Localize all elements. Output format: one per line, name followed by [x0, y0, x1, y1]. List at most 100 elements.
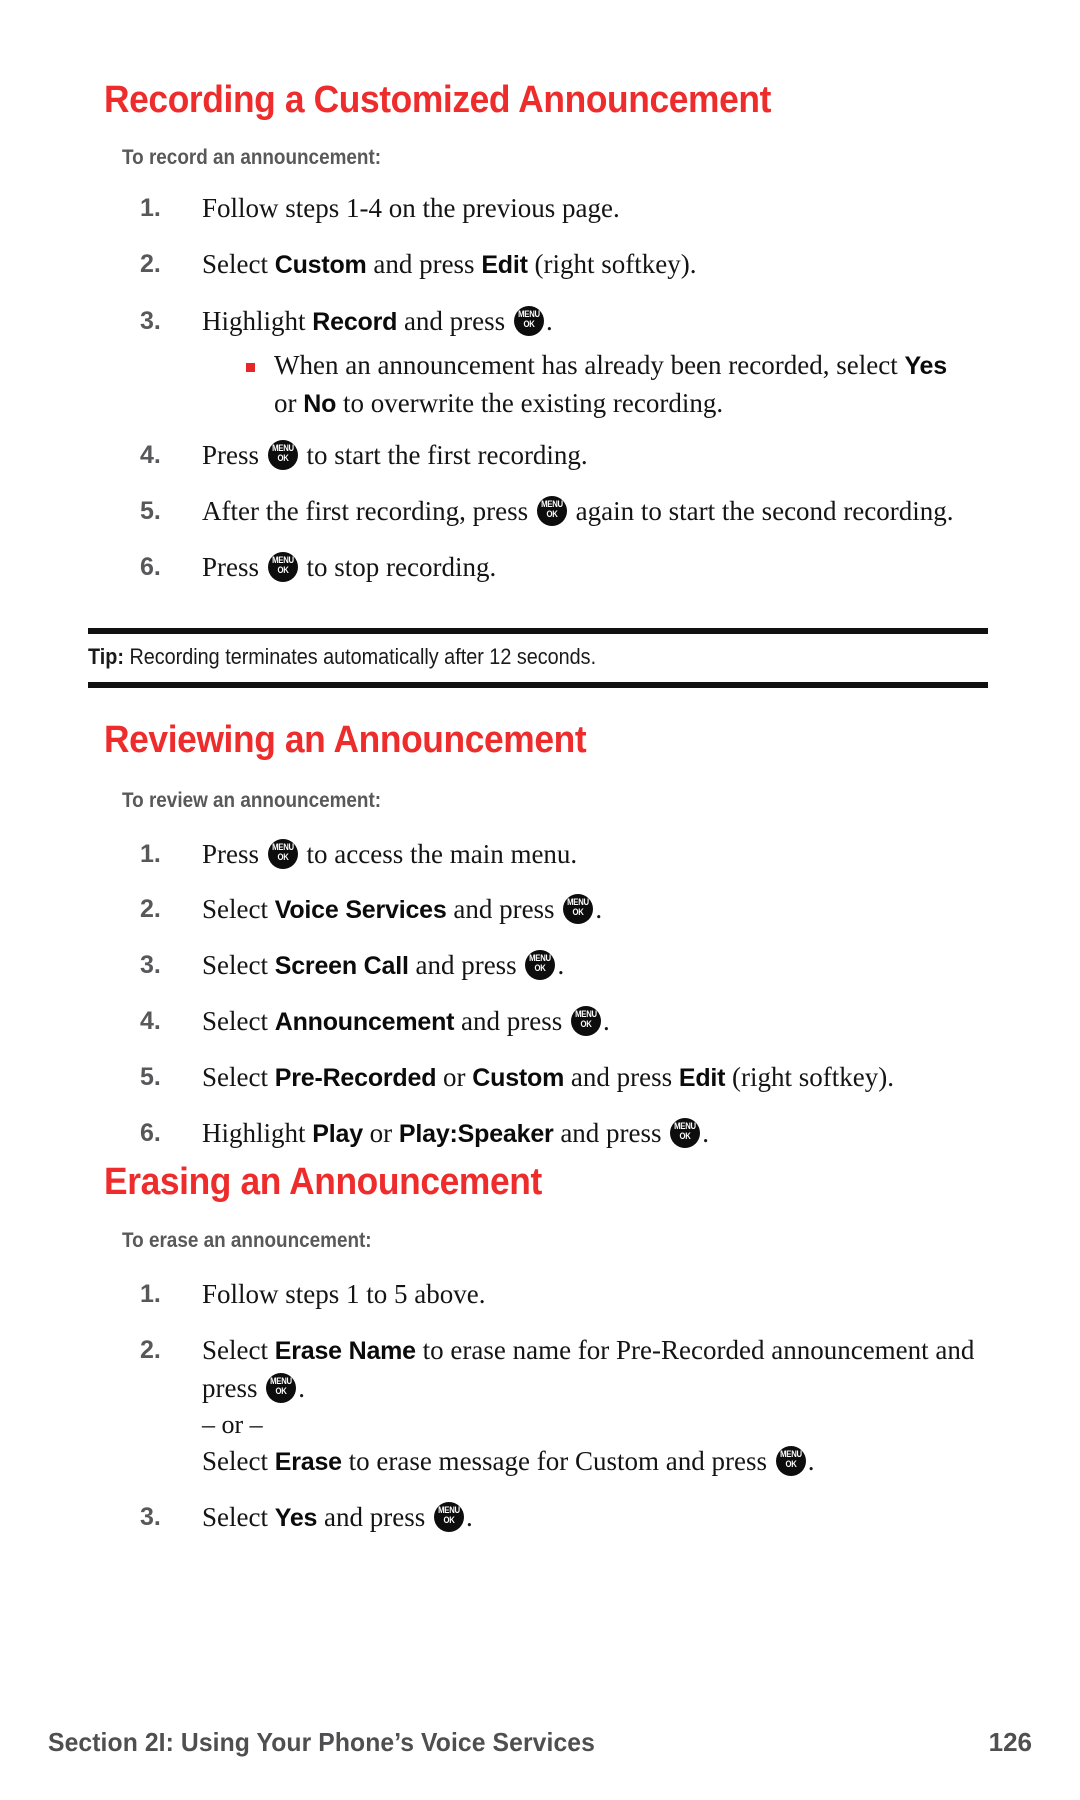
step-number: 4.	[140, 441, 161, 469]
step-text: Select Erase Name to erase name for Pre-…	[202, 1335, 975, 1403]
keyword-no: No	[303, 390, 337, 418]
subheading-record: To record an announcement:	[122, 146, 382, 169]
step-text: Select Yes and press MENU OK.	[202, 1502, 473, 1532]
keyword-play: Play	[312, 1120, 363, 1148]
step-number: 6.	[140, 553, 161, 581]
keyword-screen-call: Screen Call	[274, 952, 409, 980]
step-text: Press MENU OK to stop recording.	[202, 552, 497, 582]
step-number: 5.	[140, 497, 161, 525]
keyword-record: Record	[312, 308, 398, 336]
menu-ok-key-icon: MENU OK	[563, 894, 594, 924]
keyword-edit: Edit	[678, 1064, 726, 1092]
keyword-erase: Erase	[274, 1448, 342, 1476]
steps-erasing: 1. Follow steps 1 to 5 above. 2. Select …	[140, 1276, 980, 1537]
section-erasing: Erasing an Announcement	[104, 1160, 984, 1204]
footer-section-title: Section 2I: Using Your Phone’s Voice Ser…	[48, 1727, 595, 1757]
step-text: Press MENU OK to start the first recordin…	[202, 440, 588, 470]
step-number: 2.	[140, 1336, 161, 1364]
step-number: 2.	[140, 250, 161, 278]
list-item: 2. Select Voice Services and press MENU O…	[140, 891, 990, 929]
step-text: Select Pre-Recorded or Custom and press …	[202, 1062, 895, 1092]
step-text: Select Voice Services and press MENU OK.	[202, 894, 603, 924]
keyword-pre-recorded: Pre-Recorded	[274, 1064, 437, 1092]
list-item: 2. Select Custom and press Edit (right s…	[140, 246, 970, 284]
step-text: Highlight Record and press MENU OK.	[202, 306, 553, 336]
ordered-steps-reviewing: 1. Press MENU OK to access the main menu.…	[140, 836, 990, 1153]
manual-page: Recording a Customized Announcement To r…	[0, 0, 1080, 1800]
alternative-step-text: Select Erase to erase message for Custom…	[202, 1446, 815, 1476]
list-item: 3. Select Yes and press MENU OK.	[140, 1499, 980, 1537]
list-item: 1. Follow steps 1-4 on the previous page…	[140, 190, 970, 227]
list-item: 2. Select Erase Name to erase name for P…	[140, 1332, 980, 1481]
step-text: Select Custom and press Edit (right soft…	[202, 249, 697, 279]
subheading-review: To review an announcement:	[122, 789, 382, 812]
step-number: 1.	[140, 1280, 161, 1308]
section-heading-reviewing: Reviewing an Announcement	[104, 719, 587, 761]
step-text: Follow steps 1 to 5 above.	[202, 1279, 486, 1309]
sub-bullet-text: When an announcement has already been re…	[274, 350, 947, 418]
sub-bullet-list: When an announcement has already been re…	[202, 347, 970, 423]
keyword-custom: Custom	[274, 251, 367, 279]
step-text: Select Announcement and press MENU OK.	[202, 1006, 610, 1036]
list-item: 5. After the first recording, press MENU…	[140, 493, 970, 530]
step-number: 4.	[140, 1007, 161, 1035]
footer-page-number: 126	[988, 1727, 1032, 1757]
menu-ok-key-icon: MENU OK	[536, 496, 567, 526]
step-number: 3.	[140, 951, 161, 979]
keyword-play-speaker: Play:Speaker	[398, 1120, 554, 1148]
list-item: 4. Press MENU OK to start the first recor…	[140, 437, 970, 474]
menu-ok-key-icon: MENU OK	[266, 1373, 297, 1403]
step-number: 2.	[140, 895, 161, 923]
menu-ok-key-icon: MENU OK	[267, 552, 298, 582]
section-reviewing: Reviewing an Announcement	[104, 718, 984, 762]
list-item: 1. Press MENU OK to access the main menu.	[140, 836, 990, 873]
section-heading-erasing: Erasing an Announcement	[104, 1161, 542, 1203]
menu-ok-key-icon: MENU OK	[267, 839, 298, 869]
list-item: 3. Select Screen Call and press MENU OK.	[140, 947, 990, 985]
step-text: Highlight Play or Play:Speaker and press…	[202, 1118, 710, 1148]
step-number: 3.	[140, 1503, 161, 1531]
keyword-yes: Yes	[274, 1504, 318, 1532]
page-footer: Section 2I: Using Your Phone’s Voice Ser…	[48, 1727, 1032, 1758]
menu-ok-key-icon: MENU OK	[433, 1502, 464, 1532]
list-item: 4. Select Announcement and press MENU OK.	[140, 1003, 990, 1041]
ordered-steps-recording: 1. Follow steps 1-4 on the previous page…	[140, 190, 970, 586]
menu-ok-key-icon: MENU OK	[571, 1006, 602, 1036]
keyword-voice-services: Voice Services	[274, 896, 447, 924]
list-item: 5. Select Pre-Recorded or Custom and pre…	[140, 1059, 990, 1097]
step-number: 6.	[140, 1119, 161, 1147]
list-item: 1. Follow steps 1 to 5 above.	[140, 1276, 980, 1313]
steps-reviewing: 1. Press MENU OK to access the main menu.…	[140, 836, 990, 1153]
section-heading-recording: Recording a Customized Announcement	[104, 79, 772, 121]
step-text: Follow steps 1-4 on the previous page.	[202, 193, 620, 223]
subheading-erase: To erase an announcement:	[122, 1229, 372, 1252]
steps-recording: 1. Follow steps 1-4 on the previous page…	[140, 190, 970, 586]
tip-line: Tip: Recording terminates automatically …	[88, 642, 898, 672]
menu-ok-key-icon: MENU OK	[670, 1118, 701, 1148]
tip-text: Recording terminates automatically after…	[129, 644, 597, 669]
keyword-edit: Edit	[481, 251, 528, 279]
list-item: When an announcement has already been re…	[246, 347, 970, 423]
step-number: 5.	[140, 1063, 161, 1091]
keyword-announcement: Announcement	[274, 1008, 455, 1036]
list-item: 6. Highlight Play or Play:Speaker and pr…	[140, 1115, 990, 1153]
tip-label: Tip:	[88, 644, 124, 669]
keyword-yes: Yes	[904, 352, 947, 380]
step-number: 3.	[140, 307, 161, 335]
menu-ok-key-icon: MENU OK	[267, 440, 298, 470]
ordered-steps-erasing: 1. Follow steps 1 to 5 above. 2. Select …	[140, 1276, 980, 1537]
section-recording: Recording a Customized Announcement	[104, 78, 984, 122]
list-item: 6. Press MENU OK to stop recording.	[140, 549, 970, 586]
tip-block: Tip: Recording terminates automatically …	[88, 628, 988, 688]
menu-ok-key-icon: MENU OK	[513, 306, 544, 336]
step-text: Select Screen Call and press MENU OK.	[202, 950, 565, 980]
step-text: After the first recording, press MENU OK …	[202, 496, 954, 526]
square-bullet-icon	[246, 363, 255, 372]
step-number: 1.	[140, 194, 161, 222]
step-text: Press MENU OK to access the main menu.	[202, 839, 578, 869]
menu-ok-key-icon: MENU OK	[775, 1446, 806, 1476]
keyword-custom: Custom	[472, 1064, 565, 1092]
keyword-erase-name: Erase Name	[274, 1337, 416, 1365]
step-number: 1.	[140, 840, 161, 868]
list-item: 3. Highlight Record and press MENU OK. Wh…	[140, 303, 970, 423]
